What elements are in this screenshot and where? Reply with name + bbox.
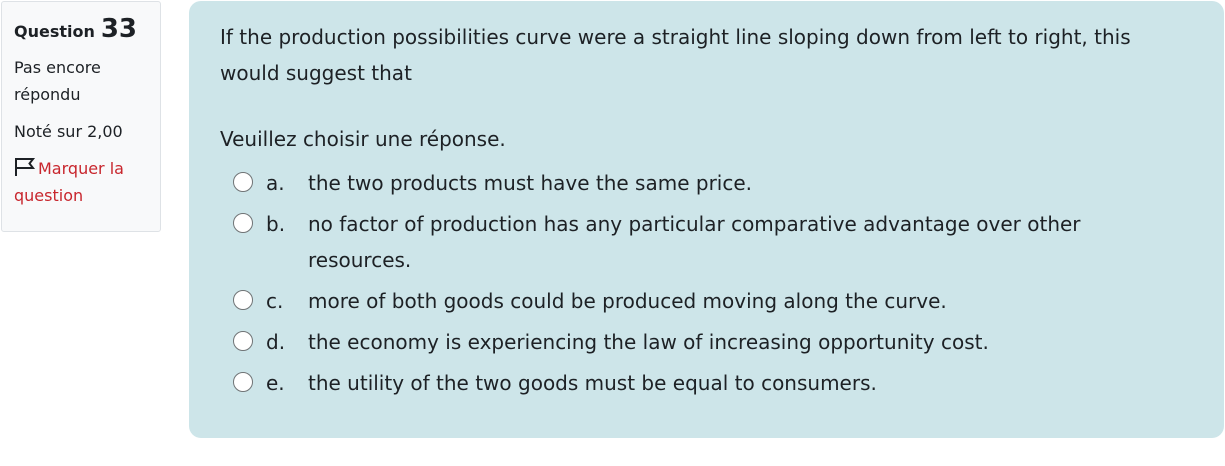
answer-radio-a[interactable] [233,172,253,192]
answer-option-c[interactable]: c. more of both goods could be produced … [220,283,1188,319]
question-info-panel: Question 33 Pas encore répondu Noté sur … [1,1,161,232]
answer-letter-c: c. [266,289,284,313]
answer-option-a[interactable]: a. the two products must have the same p… [220,165,1188,201]
answer-radio-c[interactable] [233,290,253,310]
answer-prompt: Veuillez choisir une réponse. [220,127,506,151]
question-number: 33 [100,14,138,44]
answer-option-d[interactable]: d. the economy is experiencing the law o… [220,324,1188,360]
answer-letter-d: d. [266,330,286,354]
answer-text-b[interactable]: no factor of production has any particul… [308,212,1081,272]
flag-icon [14,157,36,177]
answer-text-c[interactable]: more of both goods could be produced mov… [308,289,947,313]
answer-list: a. the two products must have the same p… [220,165,1194,401]
flag-question-link[interactable]: Marquer la question [14,155,148,209]
question-status: Pas encore répondu [14,58,101,104]
answer-radio-b[interactable] [233,213,253,233]
answer-text-a[interactable]: the two products must have the same pric… [308,171,752,195]
answer-option-b[interactable]: b. no factor of production has any parti… [220,206,1188,278]
answer-text-d[interactable]: the economy is experiencing the law of i… [308,330,989,354]
answer-radio-d[interactable] [233,331,253,351]
answer-option-e[interactable]: e. the utility of the two goods must be … [220,365,1188,401]
answer-radio-e[interactable] [233,372,253,392]
answer-letter-e: e. [266,371,285,395]
question-heading: Question 33 [14,16,148,42]
question-content: If the production possibilities curve we… [189,1,1224,438]
question-text: If the production possibilities curve we… [220,25,1131,85]
answer-letter-a: a. [266,171,285,195]
question-grade: Noté sur 2,00 [14,122,123,141]
question-label: Question [14,22,95,41]
answer-letter-b: b. [266,212,286,236]
answer-text-e[interactable]: the utility of the two goods must be equ… [308,371,877,395]
